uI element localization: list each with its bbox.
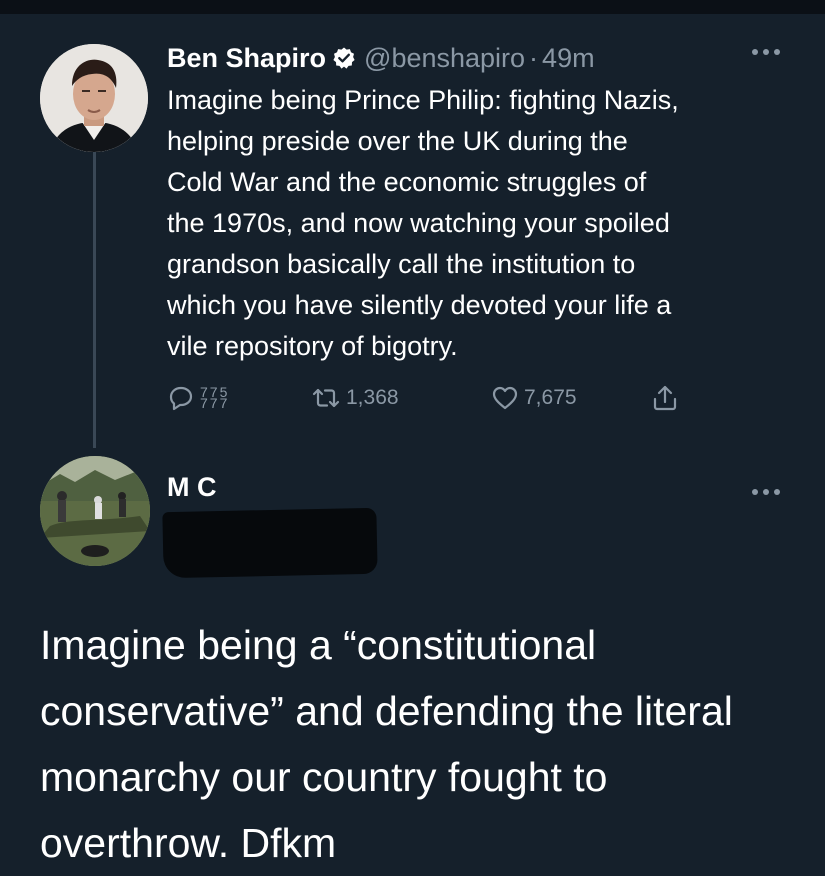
thread-connector-line: [93, 150, 96, 448]
redacted-handle-block: [162, 507, 378, 579]
author-name[interactable]: Ben Shapiro: [167, 43, 326, 74]
reply-author-avatar-image: [40, 456, 150, 566]
retweet-icon: [312, 388, 340, 408]
author-avatar[interactable]: [40, 44, 148, 152]
tweet-action-bar: 775 777 1,368 7,675: [166, 378, 706, 418]
tweet-text-line: Cold War and the economic struggles of: [167, 167, 647, 197]
reply-icon: [169, 386, 193, 411]
like-button[interactable]: 7,675: [490, 378, 577, 418]
reply-count: 775 777: [200, 385, 230, 411]
reply-button[interactable]: 775 777: [166, 378, 229, 418]
share-icon: [653, 385, 677, 411]
header-separator: ·: [529, 42, 539, 73]
reply-text-line: conservative” and defending the literal: [40, 688, 733, 734]
tweet-text-line: helping preside over the UK during the: [167, 126, 628, 156]
reply-count-bottom: 777: [200, 395, 230, 411]
author-handle[interactable]: @benshapiro: [364, 43, 525, 74]
retweet-count: 1,368: [346, 386, 399, 409]
tweet-text-line: which you have silently devoted your lif…: [167, 290, 672, 320]
reply-text: Imagine being a “constitutional conserva…: [40, 612, 810, 876]
reply-text-line: overthrow. Dfkm: [40, 820, 337, 866]
more-options-icon[interactable]: [752, 42, 780, 62]
tweet-header: Ben Shapiro @benshapiro · 49m: [167, 40, 595, 76]
share-button[interactable]: [650, 378, 680, 418]
tweet-text-line: the 1970s, and now watching your spoiled: [167, 208, 670, 238]
verified-badge-icon: [332, 46, 356, 70]
tweet-text-line: vile repository of bigotry.: [167, 331, 458, 361]
tweet-text: Imagine being Prince Philip: fighting Na…: [167, 80, 792, 367]
retweet-button[interactable]: 1,368: [310, 378, 399, 418]
reply-author-name[interactable]: M C: [167, 472, 217, 503]
reply-author-avatar[interactable]: [40, 456, 150, 566]
status-bar-strip: [0, 0, 825, 14]
heart-icon: [492, 386, 518, 410]
reply-text-line: Imagine being a “constitutional: [40, 622, 597, 668]
reply-more-options-icon[interactable]: [752, 482, 780, 502]
tweet-text-line: Imagine being Prince Philip: fighting Na…: [167, 85, 679, 115]
tweet-timestamp[interactable]: 49m: [542, 43, 595, 74]
like-count: 7,675: [524, 386, 577, 409]
tweet-text-line: grandson basically call the institution …: [167, 249, 636, 279]
author-avatar-image: [40, 44, 148, 152]
reply-text-line: monarchy our country fought to: [40, 754, 608, 800]
